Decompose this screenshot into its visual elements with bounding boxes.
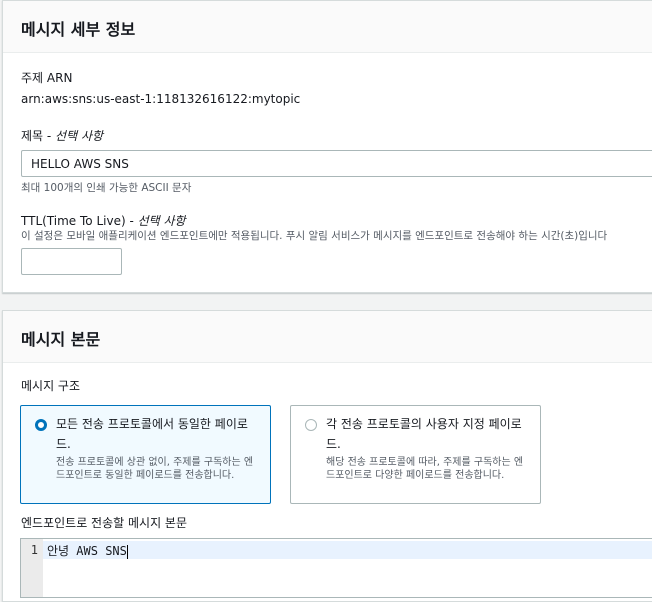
option-identical-payload[interactable]: 모든 전송 프로토콜에서 동일한 페이로드. 전송 프로토콜에 상관 없이, 주… bbox=[20, 405, 271, 504]
line-number: 1 bbox=[30, 543, 38, 557]
editor-label: 엔드포인트로 전송할 메시지 본문 bbox=[21, 516, 188, 530]
option-custom-desc: 해당 전송 프로토콜에 따라, 주제를 구독하는 엔드포인트로 다양한 페이로드… bbox=[326, 457, 524, 481]
message-body-editor[interactable]: 1 안녕 AWS SNS bbox=[20, 538, 652, 598]
option-custom-payload[interactable]: 각 전송 프로토콜의 사용자 지정 페이로드. 해당 전송 프로토콜에 따라, … bbox=[290, 405, 541, 504]
subject-label-text: 제목 - bbox=[21, 129, 56, 143]
subject-optional-text: 선택 사항 bbox=[55, 129, 104, 143]
text-cursor bbox=[126, 544, 128, 559]
ttl-label-text: TTL(Time To Live) - bbox=[21, 214, 138, 228]
radio-identical-payload[interactable] bbox=[35, 419, 47, 431]
ttl-optional-text: 선택 사항 bbox=[137, 214, 186, 228]
radio-custom-payload[interactable] bbox=[305, 419, 317, 431]
message-structure-label: 메시지 구조 bbox=[21, 379, 81, 393]
option-custom-title: 각 전송 프로토콜의 사용자 지정 페이로드. bbox=[326, 417, 522, 451]
ttl-input[interactable] bbox=[21, 248, 122, 275]
ttl-description: 이 설정은 모바일 애플리케이션 엔드포인트에만 적용됩니다. 푸시 알림 서비… bbox=[21, 230, 608, 242]
message-body-panel: 메시지 본문 메시지 구조 모든 전송 프로토콜에서 동일한 페이로드. 전송 … bbox=[2, 310, 652, 602]
message-body-header: 메시지 본문 bbox=[3, 311, 652, 363]
option-identical-desc: 전송 프로토콜에 상관 없이, 주제를 구독하는 엔드포인트로 동일한 페이로드… bbox=[56, 457, 254, 481]
message-details-panel: 메시지 세부 정보 주제 ARN arn:aws:sns:us-east-1:1… bbox=[2, 0, 652, 293]
message-details-header: 메시지 세부 정보 bbox=[3, 1, 652, 53]
topic-arn-label: 주제 ARN bbox=[21, 71, 73, 85]
editor-gutter: 1 bbox=[21, 539, 43, 597]
subject-input[interactable]: HELLO AWS SNS bbox=[21, 150, 652, 177]
editor-content[interactable]: 안녕 AWS SNS bbox=[47, 542, 128, 559]
message-details-title: 메시지 세부 정보 bbox=[21, 20, 136, 39]
option-identical-title: 모든 전송 프로토콜에서 동일한 페이로드. bbox=[56, 417, 248, 451]
editor-text: 안녕 AWS SNS bbox=[47, 544, 127, 558]
topic-arn-value: arn:aws:sns:us-east-1:118132616122:mytop… bbox=[21, 92, 301, 106]
ttl-label: TTL(Time To Live) - 선택 사항 bbox=[21, 212, 186, 229]
message-body-title: 메시지 본문 bbox=[21, 330, 101, 349]
subject-label: 제목 - 선택 사항 bbox=[21, 127, 103, 144]
subject-hint: 최대 100개의 인쇄 가능한 ASCII 문자 bbox=[21, 182, 192, 194]
editor-active-line bbox=[43, 541, 652, 559]
